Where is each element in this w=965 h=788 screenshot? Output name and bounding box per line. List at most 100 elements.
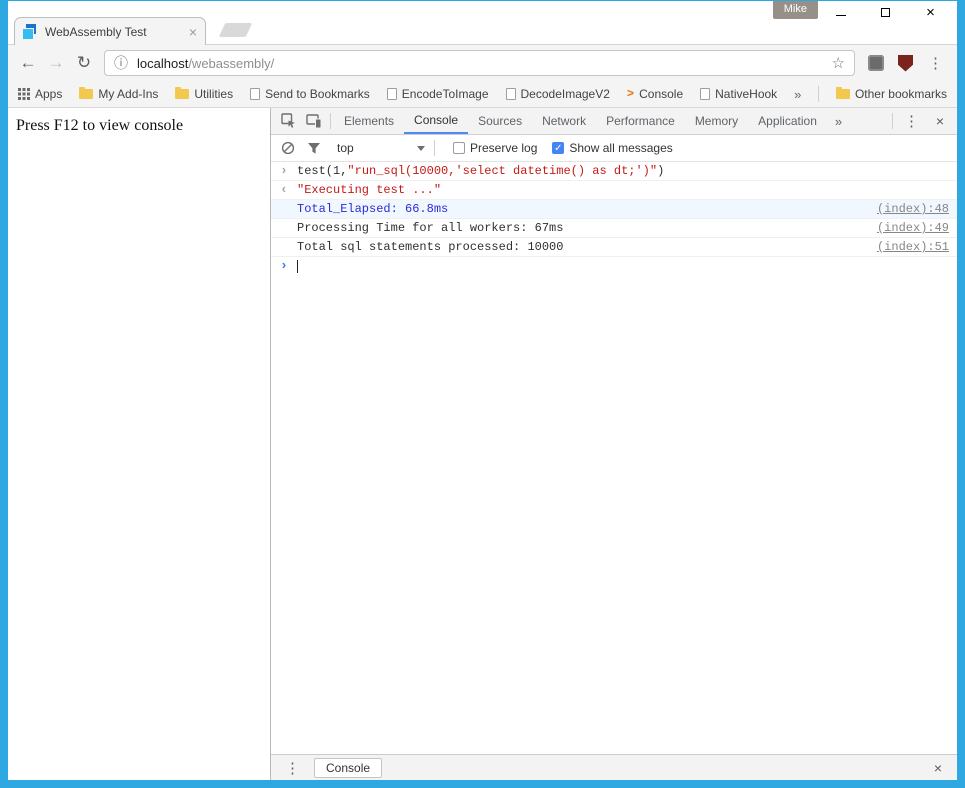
console-log-row: Processing Time for all workers: 67ms (i…: [271, 219, 957, 238]
prompt-chevron-icon: ›: [280, 259, 288, 272]
bookmark-decodeimagev2[interactable]: DecodeImageV2: [506, 87, 610, 101]
log-text: Total sql statements processed: 10000: [297, 240, 563, 254]
page-icon: [506, 88, 516, 100]
profile-badge[interactable]: Mike: [773, 1, 818, 19]
device-toolbar-icon[interactable]: [301, 108, 327, 134]
folder-icon: [79, 89, 93, 99]
tab-favicon-icon: [23, 24, 39, 40]
minimize-button[interactable]: [818, 1, 863, 23]
tab-title: WebAssembly Test: [45, 25, 183, 39]
bookmark-utilities[interactable]: Utilities: [175, 87, 233, 101]
command-chevron-icon: ›: [280, 164, 288, 177]
command-text: test(1,"run_sql(10000,'select datetime()…: [297, 164, 664, 178]
bookmark-label: My Add-Ins: [98, 87, 158, 101]
devtools-tabs-overflow-icon[interactable]: »: [827, 114, 850, 129]
inspect-element-icon[interactable]: [275, 108, 301, 134]
bookmarks-overflow-icon[interactable]: »: [794, 87, 801, 102]
bookmark-label: Apps: [35, 87, 62, 101]
browser-menu-icon[interactable]: ⋮: [928, 54, 943, 72]
show-all-messages-label: Show all messages: [569, 141, 672, 155]
bookmark-apps[interactable]: Apps: [18, 87, 62, 101]
console-arrow-icon: >: [627, 87, 634, 101]
devtools-tab-console[interactable]: Console: [404, 108, 468, 134]
toolbar-separator: [892, 113, 893, 129]
page-message: Press F12 to view console: [16, 117, 262, 135]
maximize-button[interactable]: [863, 1, 908, 23]
preserve-log-checkbox[interactable]: Preserve log: [453, 141, 537, 155]
bookmark-send-to-bookmarks[interactable]: Send to Bookmarks: [250, 87, 370, 101]
close-icon: ×: [926, 5, 935, 20]
address-bar[interactable]: ⓘ localhost/webassembly/ ☆: [104, 50, 855, 76]
titlebar[interactable]: Mike × WebAssembly Test ×: [8, 1, 957, 45]
window-controls: ×: [818, 1, 953, 23]
bookmark-encodetoimage[interactable]: EncodeToImage: [387, 87, 489, 101]
drawer-menu-icon[interactable]: ⋮: [285, 759, 300, 777]
devtools-tab-sources[interactable]: Sources: [468, 108, 532, 134]
extension-icon[interactable]: [868, 55, 884, 71]
bookmark-nativehook[interactable]: NativeHook: [700, 87, 777, 101]
log-text: Processing Time for all workers: 67ms: [297, 221, 563, 235]
minimize-icon: [836, 15, 846, 16]
devtools-tab-elements[interactable]: Elements: [334, 108, 404, 134]
content-area: Press F12 to view console Elements Conso…: [8, 108, 957, 780]
source-link[interactable]: (index):48: [877, 202, 949, 216]
bookmarks-bar: Apps My Add-Ins Utilities Send to Bookma…: [8, 81, 957, 108]
url-path: /webassembly/: [188, 56, 274, 71]
text-cursor: [297, 260, 298, 273]
tab-close-icon[interactable]: ×: [189, 24, 197, 40]
ublock-shield-icon[interactable]: [898, 55, 913, 72]
page-icon: [250, 88, 260, 100]
show-all-messages-checkbox[interactable]: ✓ Show all messages: [552, 141, 672, 155]
bookmark-label: NativeHook: [715, 87, 777, 101]
url-host: localhost: [137, 56, 188, 71]
devtools-tab-memory[interactable]: Memory: [685, 108, 748, 134]
filter-icon[interactable]: [301, 135, 327, 161]
bookmark-label: Other bookmarks: [855, 87, 947, 101]
checkbox-checked[interactable]: ✓: [552, 142, 564, 154]
console-toolbar: top Preserve log ✓ Show all messages: [271, 135, 957, 162]
devtools-tab-performance[interactable]: Performance: [596, 108, 685, 134]
bookmark-my-add-ins[interactable]: My Add-Ins: [79, 87, 158, 101]
source-link[interactable]: (index):51: [877, 240, 949, 254]
browser-tab[interactable]: WebAssembly Test ×: [14, 17, 206, 45]
toolbar-separator: [434, 140, 435, 156]
other-bookmarks-button[interactable]: Other bookmarks: [836, 87, 947, 101]
log-text: Total_Elapsed: 66.8ms: [297, 202, 448, 216]
devtools-toolbar: Elements Console Sources Network Perform…: [271, 108, 957, 135]
bookmark-label: Utilities: [194, 87, 233, 101]
browser-window: Mike × WebAssembly Test × ← → ↻ ⓘ localh…: [8, 1, 957, 780]
close-button[interactable]: ×: [908, 1, 953, 23]
maximize-icon: [881, 8, 890, 17]
browser-window-frame: Mike × WebAssembly Test × ← → ↻ ⓘ localh…: [0, 0, 965, 788]
devtools-tab-network[interactable]: Network: [532, 108, 596, 134]
site-info-icon[interactable]: ⓘ: [114, 53, 128, 73]
checkbox-unchecked[interactable]: [453, 142, 465, 154]
bookmark-star-icon[interactable]: ☆: [832, 54, 845, 72]
bookmark-label: DecodeImageV2: [521, 87, 610, 101]
folder-icon: [836, 89, 850, 99]
apps-grid-icon: [18, 88, 30, 100]
clear-console-icon[interactable]: [275, 135, 301, 161]
bookmark-console[interactable]: > Console: [627, 87, 683, 101]
folder-icon: [175, 89, 189, 99]
source-link[interactable]: (index):49: [877, 221, 949, 235]
url-text: localhost/webassembly/: [137, 56, 274, 71]
result-text: "Executing test ...": [297, 183, 441, 197]
reload-button[interactable]: ↻: [70, 53, 98, 73]
devtools-close-icon[interactable]: ×: [927, 113, 953, 129]
page-content: Press F12 to view console: [8, 108, 270, 780]
back-button[interactable]: ←: [14, 53, 42, 73]
forward-button[interactable]: →: [42, 53, 70, 73]
bookmarks-separator: [818, 86, 819, 102]
bookmark-label: Console: [639, 87, 683, 101]
console-prompt[interactable]: ›: [271, 257, 957, 276]
devtools-tab-application[interactable]: Application: [748, 108, 827, 134]
context-selector[interactable]: top: [331, 141, 431, 155]
devtools-panel: Elements Console Sources Network Perform…: [271, 108, 957, 780]
new-tab-button[interactable]: [219, 23, 253, 37]
page-icon: [387, 88, 397, 100]
nav-toolbar: ← → ↻ ⓘ localhost/webassembly/ ☆ ⋮: [8, 45, 957, 81]
devtools-menu-icon[interactable]: ⋮: [904, 112, 919, 130]
drawer-tab-console[interactable]: Console: [314, 758, 382, 778]
drawer-close-icon[interactable]: ×: [925, 760, 951, 776]
